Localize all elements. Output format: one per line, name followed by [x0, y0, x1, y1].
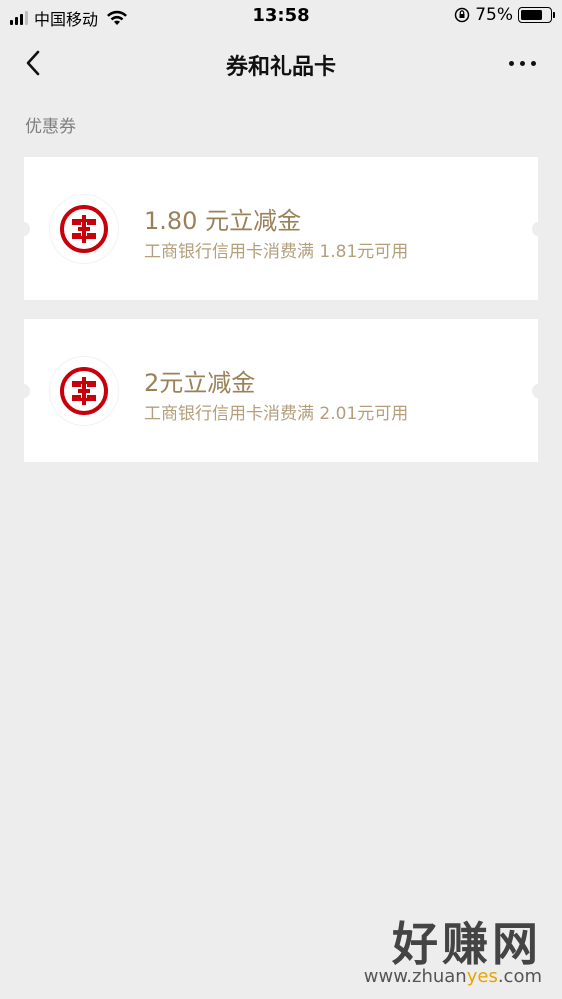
watermark-url-prefix: www.zhuan — [363, 966, 467, 987]
status-bar: 中国移动 13:58 75% — [0, 0, 562, 32]
watermark-url-accent: yes — [466, 966, 498, 987]
coupon-title: 2元立减金 — [144, 369, 256, 397]
coupon-title: 1.80 元立减金 — [144, 207, 302, 235]
status-right: 75% — [454, 5, 555, 25]
section-label-coupons: 优惠券 — [25, 117, 76, 137]
more-dots-icon[interactable] — [506, 52, 540, 74]
coupon-card[interactable]: 2元立减金 工商银行信用卡消费满 2.01元可用 — [18, 319, 544, 462]
icbc-logo-icon — [50, 195, 118, 263]
watermark: 好赚网 www.zhuanyes.com — [350, 908, 550, 988]
icbc-logo-icon — [50, 357, 118, 425]
battery-percent: 75% — [475, 5, 513, 25]
back-icon[interactable] — [20, 48, 48, 78]
coupon-description: 工商银行信用卡消费满 1.81元可用 — [144, 242, 409, 262]
watermark-logo-text: 好赚网 — [392, 917, 542, 971]
watermark-url-suffix: .com — [497, 966, 542, 987]
watermark-url: www.zhuanyes.com — [364, 966, 542, 987]
coupon-card[interactable]: 1.80 元立减金 工商银行信用卡消费满 1.81元可用 — [18, 157, 544, 300]
coupon-description: 工商银行信用卡消费满 2.01元可用 — [144, 404, 409, 424]
orientation-lock-icon — [454, 7, 470, 23]
battery-level — [521, 10, 542, 20]
page-title: 券和礼品卡 — [225, 55, 336, 80]
nav-bar: 券和礼品卡 — [0, 32, 562, 94]
battery-icon — [518, 7, 555, 23]
